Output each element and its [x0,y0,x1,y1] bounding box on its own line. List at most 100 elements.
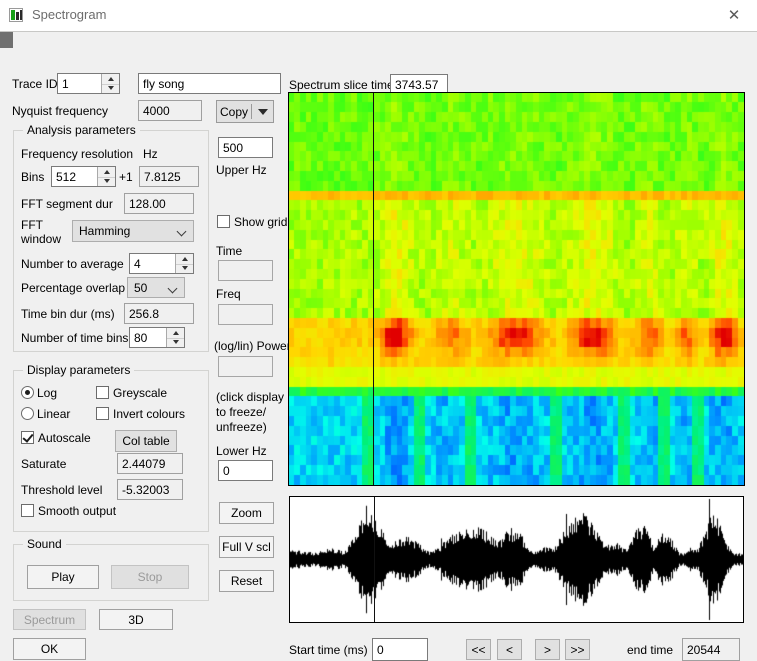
end-time-label: end time [627,643,674,657]
reset-button[interactable]: Reset [219,570,274,592]
bins-value: 512 [56,169,77,184]
chevron-down-icon [169,285,177,293]
spectrogram-cursor-line[interactable] [373,93,374,485]
plus-one-label: +1 [119,170,133,184]
upper-hz-field[interactable]: 500 [218,137,273,158]
number-of-time-bins-stepper[interactable]: 80 [129,327,185,348]
copy-button-label: Copy [219,104,248,119]
linear-radio[interactable] [21,407,34,420]
forward-all-button[interactable]: >> [565,639,590,660]
percentage-overlap-value: 50 [134,280,148,295]
start-time-label: Start time (ms) [289,643,368,657]
trace-id-spin-buttons[interactable] [101,74,119,93]
lower-hz-field[interactable]: 0 [218,460,273,481]
number-of-time-bins-label: Number of time bins [21,331,129,345]
freq-readout-label: Freq [216,287,241,301]
play-button[interactable]: Play [27,565,99,589]
percentage-overlap-label: Percentage overlap [21,281,126,295]
autoscale-label: Autoscale [38,431,91,445]
trace-id-spin-down[interactable] [102,84,119,94]
window-title-bar: Spectrogram ✕ [0,0,757,32]
freq-readout-field [218,304,273,325]
frequency-resolution-field[interactable]: 7.8125 [139,166,199,187]
number-to-average-spin-down[interactable] [176,264,193,274]
time-bin-duration-field[interactable]: 256.8 [124,303,194,324]
number-of-time-bins-value: 80 [134,330,148,345]
ok-button[interactable]: OK [13,638,86,660]
upper-hz-label: Upper Hz [216,163,267,177]
zoom-button[interactable]: Zoom [219,502,274,524]
time-bins-spin-down[interactable] [167,338,184,348]
invert-colours-label: Invert colours [113,407,186,421]
stop-button: Stop [111,565,189,589]
log-radio[interactable] [21,386,34,399]
waveform-canvas[interactable] [290,497,743,622]
end-time-field[interactable]: 20544 [682,638,740,661]
freeze-hint-line3: unfreeze) [216,420,267,434]
threshold-level-label: Threshold level [21,483,103,497]
fft-window-select[interactable]: Hamming [72,220,194,242]
fft-segment-duration-field[interactable]: 128.00 [124,193,194,214]
number-of-time-bins-spin-buttons[interactable] [166,328,184,347]
bins-stepper[interactable]: 512 [51,166,116,187]
rewind-button[interactable]: < [497,639,522,660]
start-time-field[interactable]: 0 [372,638,428,661]
spectrogram-display[interactable] [288,92,745,486]
fft-window-value: Hamming [79,224,131,238]
nyquist-frequency-label: Nyquist frequency [12,104,109,118]
saturate-field[interactable]: 2.44079 [117,453,183,474]
forward-button[interactable]: > [535,639,560,660]
waveform-display[interactable] [289,496,744,623]
show-grid-checkbox[interactable] [217,215,230,228]
invert-colours-checkbox[interactable] [96,407,109,420]
window-title: Spectrogram [32,7,107,22]
3d-button[interactable]: 3D [99,609,173,630]
smooth-output-label: Smooth output [38,504,117,518]
saturate-label: Saturate [21,457,67,471]
show-grid-label: Show grid [234,215,288,229]
hz-unit-label: Hz [143,147,158,161]
power-readout-label: (log/lin) Power [214,339,291,353]
lower-hz-label: Lower Hz [216,444,267,458]
autoscale-checkbox[interactable] [21,431,34,444]
log-label: Log [37,386,58,400]
bins-spin-buttons[interactable] [97,167,115,186]
fft-window-label-line2: window [21,232,62,246]
time-readout-label: Time [216,244,243,258]
col-table-button[interactable]: Col table [115,430,177,452]
power-readout-field [218,356,273,377]
trace-id-value: 1 [62,76,69,91]
number-to-average-spin-buttons[interactable] [175,254,193,273]
bins-label: Bins [21,170,45,184]
rewind-all-button[interactable]: << [466,639,491,660]
fft-window-label-line1: FFT [21,218,43,232]
greyscale-checkbox[interactable] [96,386,109,399]
trace-name-field[interactable]: fly song [138,73,281,94]
chevron-down-icon [178,228,186,236]
copy-button[interactable]: Copy [216,100,274,123]
spectrum-slice-time-label: Spectrum slice time [289,78,394,92]
trace-id-stepper[interactable]: 1 [57,73,120,94]
nyquist-frequency-field[interactable]: 4000 [138,100,202,121]
number-to-average-label: Number to average [21,257,124,271]
dialog-client-area: Trace ID 1 fly song Nyquist frequency 40… [0,31,757,661]
bins-spin-down[interactable] [98,177,115,187]
full-v-scale-button[interactable]: Full V scl [219,536,274,558]
freeze-hint-line1: (click display [216,390,285,404]
waveform-cursor-line[interactable] [374,497,375,622]
spectrogram-canvas[interactable] [289,93,744,485]
threshold-level-field[interactable]: -5.32003 [117,479,183,500]
time-readout-field [218,260,273,281]
spectrogram-cursor-handle[interactable] [0,32,13,48]
frequency-resolution-label: Frequency resolution [21,147,134,161]
percentage-overlap-select[interactable]: 50 [127,277,185,298]
display-parameters-title: Display parameters [23,363,135,377]
close-icon[interactable]: ✕ [711,0,757,30]
linear-label: Linear [37,407,71,421]
analysis-parameters-title: Analysis parameters [23,123,140,137]
spectrum-button: Spectrum [13,609,86,630]
chevron-down-icon[interactable] [252,101,273,122]
number-to-average-stepper[interactable]: 4 [129,253,194,274]
number-to-average-value: 4 [134,256,141,271]
smooth-output-checkbox[interactable] [21,504,34,517]
